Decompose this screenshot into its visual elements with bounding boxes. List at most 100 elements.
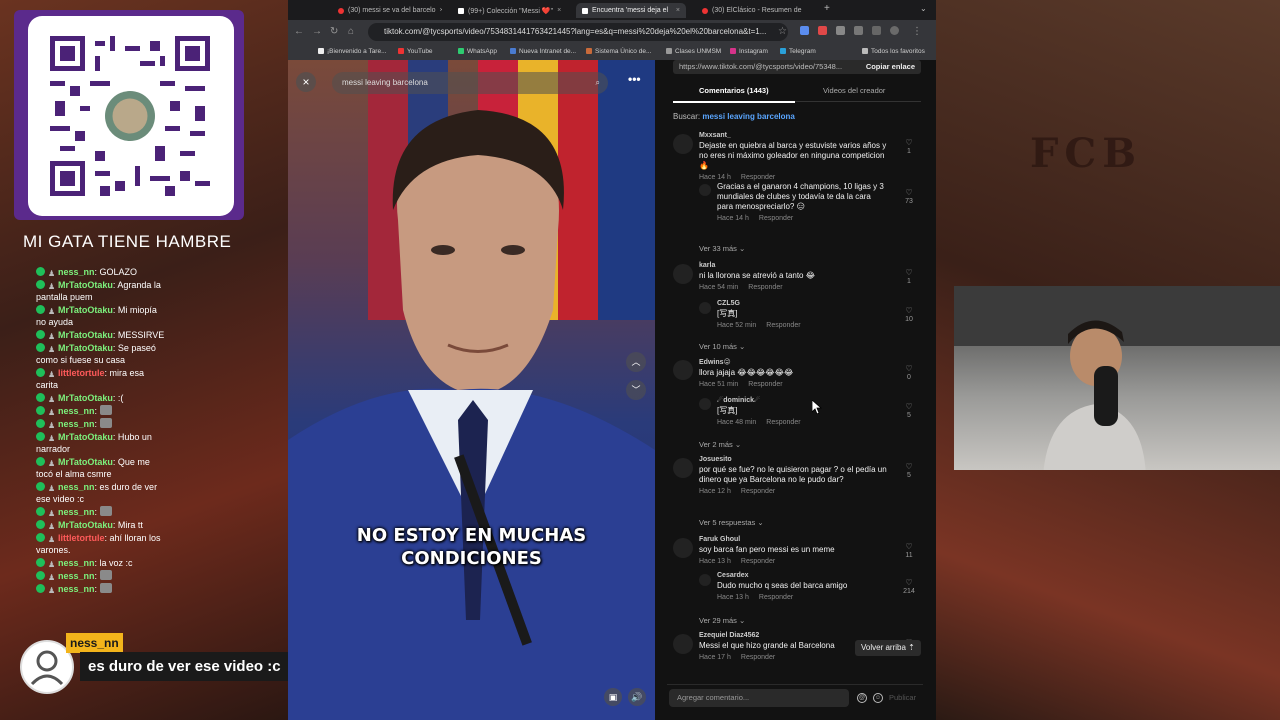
emoji-icon[interactable]: ☺ xyxy=(873,693,883,703)
bookmark-instagram[interactable]: Instagram xyxy=(730,48,768,55)
add-comment-input[interactable]: Agregar comentario... xyxy=(669,689,849,707)
chat-username[interactable]: ness_nn xyxy=(58,267,95,277)
new-tab-button[interactable]: + xyxy=(824,3,830,14)
tab-creator-videos[interactable]: Videos del creador xyxy=(823,86,885,95)
more-options-icon[interactable]: ••• xyxy=(628,72,641,86)
reply-button[interactable]: Responder xyxy=(741,488,775,495)
like-button[interactable]: ♡ 5 xyxy=(901,402,917,419)
video-player[interactable]: × messi leaving barcelona ⌕ ••• ︿ ﹀ NO E… xyxy=(288,60,655,720)
avatar[interactable] xyxy=(673,134,693,154)
chat-username[interactable]: ness_nn xyxy=(58,584,95,594)
tab-search-chevron-icon[interactable]: ⌄ xyxy=(920,4,927,13)
bookmark-item[interactable]: ¡Bienvenido a Tare... xyxy=(318,48,387,55)
close-icon[interactable]: × xyxy=(553,7,561,14)
previous-video-button[interactable]: ︿ xyxy=(626,352,646,372)
comment-username[interactable]: ☄dominick☄ xyxy=(717,396,889,404)
bookmark-telegram[interactable]: Telegram xyxy=(780,48,816,55)
comment-username[interactable]: Ezequiel Diaz4562 xyxy=(699,632,889,639)
search-icon[interactable]: ⌕ xyxy=(596,72,600,94)
reply-button[interactable]: Responder xyxy=(741,654,775,661)
tab-comments[interactable]: Comentarios (1443) xyxy=(699,86,769,95)
tab-youtube-clasico[interactable]: (30) ElClásico - Resumen de× xyxy=(696,3,806,18)
like-button[interactable]: ♡ 0 xyxy=(901,364,917,381)
bookmark-sistema[interactable]: Sistema Único de... xyxy=(586,48,651,55)
comment-username[interactable]: Faruk Ghoul xyxy=(699,536,889,543)
avatar[interactable] xyxy=(699,184,711,196)
comment-username[interactable]: CZL5G xyxy=(717,300,889,307)
chat-username[interactable]: MrTatoOtaku xyxy=(58,457,113,467)
view-more-replies-link[interactable]: Ver 2 más ⌄ xyxy=(699,440,741,449)
home-icon[interactable]: ⌂ xyxy=(348,26,354,37)
tab-youtube-messi[interactable]: (30) messi se va del barcelo × xyxy=(332,3,442,18)
reply-button[interactable]: Responder xyxy=(748,284,782,291)
video-search-input[interactable]: messi leaving barcelona ⌕ xyxy=(332,72,608,94)
like-button[interactable]: ♡ 5 xyxy=(901,462,917,479)
volume-icon[interactable]: 🔊 xyxy=(628,688,646,706)
chat-username[interactable]: littletortule xyxy=(58,533,105,543)
sidebar-icon[interactable] xyxy=(872,26,881,35)
avatar[interactable] xyxy=(699,574,711,586)
bookmark-youtube[interactable]: YouTube xyxy=(398,48,433,55)
bookmark-all-favorites[interactable]: Todos los favoritos xyxy=(862,48,925,55)
chat-username[interactable]: MrTatoOtaku xyxy=(58,520,113,530)
profile-icon[interactable] xyxy=(890,26,899,35)
chat-username[interactable]: MrTatoOtaku xyxy=(58,305,113,315)
forward-arrow-icon[interactable]: → xyxy=(312,26,322,37)
avatar[interactable] xyxy=(673,264,693,284)
chat-username[interactable]: MrTatoOtaku xyxy=(58,330,113,340)
reply-button[interactable]: Responder xyxy=(766,322,800,329)
view-more-replies-link[interactable]: Ver 33 más ⌄ xyxy=(699,244,745,253)
avatar[interactable] xyxy=(699,398,711,410)
like-button[interactable]: ♡ 1 xyxy=(901,268,917,285)
bookmark-whatsapp[interactable]: WhatsApp xyxy=(458,48,497,55)
reply-button[interactable]: Responder xyxy=(741,558,775,565)
reply-button[interactable]: Responder xyxy=(759,215,793,222)
next-video-button[interactable]: ﹀ xyxy=(626,380,646,400)
avatar[interactable] xyxy=(673,538,693,558)
tab-tiktok-search[interactable]: Encuentra 'messi deja el × xyxy=(576,3,686,18)
reply-button[interactable]: Responder xyxy=(748,381,782,388)
avatar[interactable] xyxy=(673,634,693,654)
chat-username[interactable]: littletortule xyxy=(58,368,105,378)
menu-dots-icon[interactable]: ⋮ xyxy=(912,26,922,37)
view-more-replies-link[interactable]: Ver 10 más ⌄ xyxy=(699,342,745,351)
close-icon[interactable]: × xyxy=(672,7,680,14)
reload-icon[interactable]: ↻ xyxy=(330,26,338,37)
chat-username[interactable]: MrTatoOtaku xyxy=(58,432,113,442)
view-more-replies-link[interactable]: Ver 29 más ⌄ xyxy=(699,616,745,625)
comment-username[interactable]: Mxxsant_ xyxy=(699,132,889,139)
picture-in-picture-icon[interactable]: ▣ xyxy=(604,688,622,706)
address-bar[interactable]: tiktok.com/@tycsports/video/753483144176… xyxy=(368,23,788,41)
view-more-replies-link[interactable]: Ver 5 respuestas ⌄ xyxy=(699,518,764,527)
star-icon[interactable]: ☆ xyxy=(778,26,787,37)
chat-username[interactable]: ness_nn xyxy=(58,507,95,517)
publish-button[interactable]: Publicar xyxy=(889,693,916,702)
chat-username[interactable]: ness_nn xyxy=(58,482,95,492)
chat-username[interactable]: MrTatoOtaku xyxy=(58,343,113,353)
chat-username[interactable]: ness_nn xyxy=(58,558,95,568)
extension-icon[interactable] xyxy=(800,26,809,35)
copy-link-button[interactable]: Copiar enlace xyxy=(859,60,915,74)
chat-username[interactable]: ness_nn xyxy=(58,571,95,581)
comment-username[interactable]: karla xyxy=(699,262,889,269)
reply-button[interactable]: Responder xyxy=(759,594,793,601)
chat-username[interactable]: MrTatoOtaku xyxy=(58,393,113,403)
adblock-icon[interactable] xyxy=(818,26,827,35)
comment-username[interactable]: Josuesito xyxy=(699,456,889,463)
mention-icon[interactable]: @ xyxy=(857,693,867,703)
reply-button[interactable]: Responder xyxy=(741,174,775,181)
like-button[interactable]: ♡ 10 xyxy=(901,306,917,323)
close-video-button[interactable]: × xyxy=(296,72,316,92)
comment-username[interactable]: Edwins😜 xyxy=(699,358,889,366)
close-icon[interactable]: × xyxy=(436,7,442,14)
chat-username[interactable]: ness_nn xyxy=(58,406,95,416)
chat-username[interactable]: MrTatoOtaku xyxy=(58,280,113,290)
puzzle-icon[interactable] xyxy=(854,26,863,35)
back-to-top-button[interactable]: Volver arriba ⇡ xyxy=(855,640,921,656)
like-button[interactable]: ♡ 73 xyxy=(901,188,917,205)
tab-tiktok-collection[interactable]: (99+) Colección "Messi ❤️" × xyxy=(452,3,562,18)
bookmark-clases[interactable]: Clases UNMSM xyxy=(666,48,721,55)
chat-username[interactable]: ness_nn xyxy=(58,419,95,429)
back-arrow-icon[interactable]: ← xyxy=(294,26,304,37)
close-icon[interactable]: × xyxy=(801,7,806,14)
